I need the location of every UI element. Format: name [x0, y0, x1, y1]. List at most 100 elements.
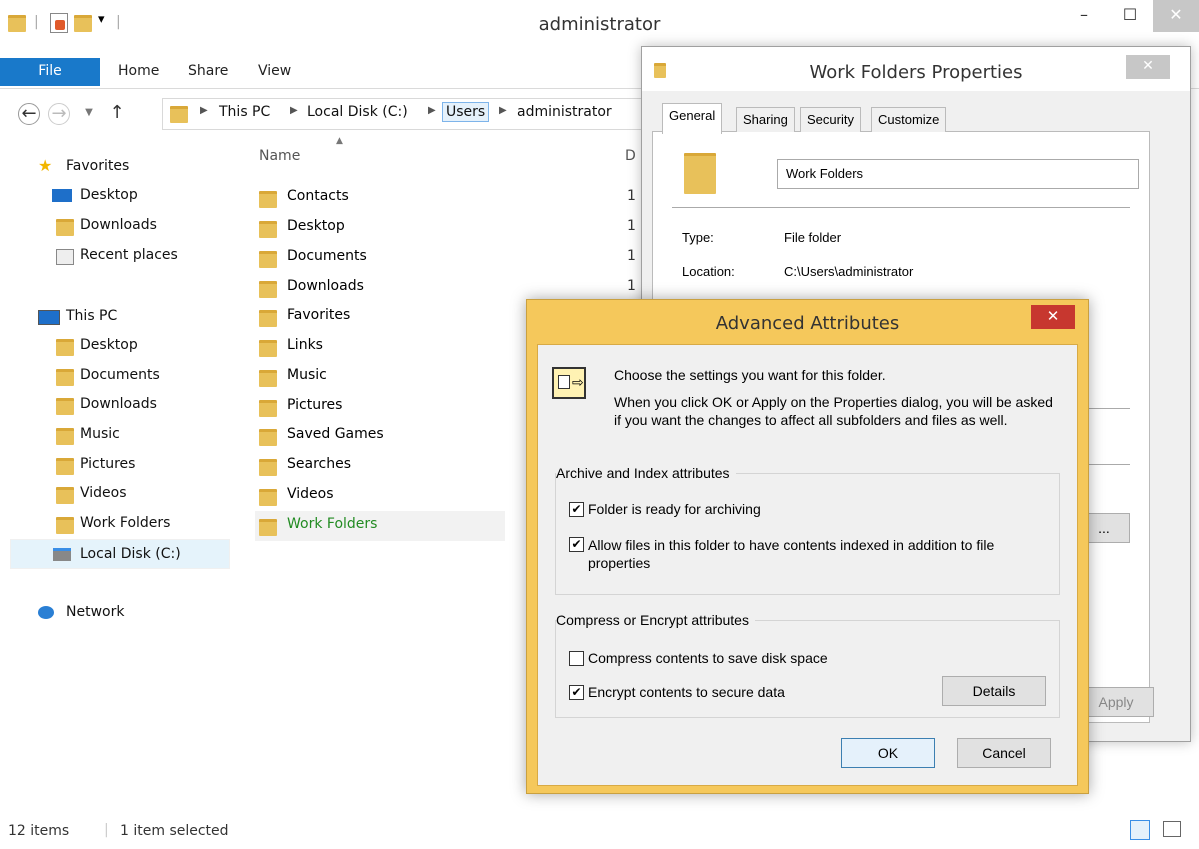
pictures-folder-icon	[259, 400, 277, 417]
archiving-checkbox[interactable]: ✔	[569, 502, 584, 517]
file-date: 1	[627, 248, 636, 264]
music-folder-icon	[259, 370, 277, 387]
chevron-right-icon[interactable]: ▶	[428, 105, 436, 116]
forward-button[interactable]: →	[48, 103, 70, 125]
recent-locations-chevron-down-icon[interactable]: ▼	[76, 100, 102, 126]
compress-checkbox-label[interactable]: Compress contents to save disk space	[588, 650, 828, 666]
close-button[interactable]: ✕	[1031, 305, 1075, 329]
minimize-button[interactable]: –	[1061, 0, 1107, 32]
properties-close-button[interactable]: ✕	[1126, 55, 1170, 79]
work-folders-icon	[259, 519, 277, 536]
nav-thispc-desktop[interactable]: Desktop	[0, 331, 230, 361]
nav-thispc-pictures[interactable]: Pictures	[0, 450, 230, 480]
encrypt-checkbox[interactable]: ✔	[569, 685, 584, 700]
file-date: 1	[627, 278, 636, 294]
nav-favorites-desktop[interactable]: Desktop	[0, 181, 230, 211]
window-controls: – ☐ ✕	[1061, 0, 1199, 32]
location-label: Location:	[682, 264, 735, 279]
encrypt-checkbox-label[interactable]: Encrypt contents to secure data	[588, 684, 785, 700]
details-view-icon[interactable]	[1130, 820, 1150, 840]
file-row-documents[interactable]: Documents 1	[259, 243, 639, 273]
file-name: Pictures	[287, 397, 343, 413]
nav-label: Downloads	[80, 396, 157, 412]
nav-network[interactable]: Network	[0, 598, 230, 628]
divider	[1082, 464, 1130, 465]
tab-general[interactable]: General	[662, 103, 723, 134]
nav-local-disk[interactable]: Local Disk (C:)	[10, 539, 230, 569]
tab-sharing[interactable]: Sharing	[736, 107, 795, 132]
compress-checkbox[interactable]	[569, 651, 584, 666]
nav-label: Favorites	[66, 158, 130, 174]
nav-label: Videos	[80, 485, 127, 501]
up-button[interactable]: ↑	[104, 100, 130, 126]
pictures-folder-icon	[56, 458, 74, 475]
nav-thispc-music[interactable]: Music	[0, 420, 230, 450]
tab-file[interactable]: File	[0, 58, 100, 86]
saved-games-folder-icon	[259, 429, 277, 446]
details-button[interactable]: Details	[942, 676, 1046, 706]
nav-label: Recent places	[80, 247, 178, 263]
nav-label: Music	[80, 426, 120, 442]
breadcrumb-localdisk[interactable]: Local Disk (C:)	[307, 104, 408, 120]
nav-thispc-documents[interactable]: Documents	[0, 361, 230, 391]
nav-label: Downloads	[80, 217, 157, 233]
indexing-checkbox[interactable]: ✔	[569, 537, 584, 552]
indexing-checkbox-label[interactable]: Allow files in this folder to have conte…	[588, 536, 1018, 572]
file-name: Searches	[287, 456, 352, 472]
chevron-right-icon[interactable]: ▶	[200, 105, 208, 116]
nav-label: This PC	[66, 308, 118, 324]
contacts-folder-icon	[259, 191, 277, 208]
tab-home[interactable]: Home	[118, 63, 159, 79]
nav-thispc-videos[interactable]: Videos	[0, 479, 230, 509]
column-header-name[interactable]: Name	[259, 148, 300, 164]
advanced-attributes-title: Advanced Attributes	[715, 313, 900, 334]
work-folders-icon	[56, 517, 74, 534]
nav-favorites[interactable]: ★ Favorites	[0, 152, 230, 182]
chevron-right-icon[interactable]: ▶	[499, 105, 507, 116]
apply-button[interactable]: Apply	[1078, 687, 1154, 717]
archive-group-label: Archive and Index attributes	[556, 465, 736, 481]
documents-folder-icon	[259, 251, 277, 268]
breadcrumb-thispc[interactable]: This PC	[219, 104, 270, 120]
recent-places-icon	[56, 249, 74, 265]
nav-favorites-downloads[interactable]: Downloads	[0, 211, 230, 241]
nav-label: Network	[66, 604, 125, 620]
attributes-icon: ⇨	[552, 367, 586, 399]
file-name: Videos	[287, 486, 334, 502]
links-folder-icon	[259, 340, 277, 357]
folder-name-field[interactable]: Work Folders	[777, 159, 1139, 189]
breadcrumb-users[interactable]: Users	[442, 102, 490, 122]
tab-customize[interactable]: Customize	[871, 107, 947, 132]
file-row-work-folders[interactable]: Work Folders	[255, 511, 505, 541]
cancel-button[interactable]: Cancel	[957, 738, 1051, 768]
tab-view[interactable]: View	[258, 63, 291, 79]
desktop-folder-icon	[259, 221, 277, 238]
status-item-count: 12 items	[8, 823, 70, 839]
file-date: 1	[627, 188, 636, 204]
downloads-folder-icon	[259, 281, 277, 298]
large-icons-view-icon[interactable]	[1163, 821, 1181, 837]
tab-share[interactable]: Share	[188, 63, 228, 79]
nav-thispc-workfolders[interactable]: Work Folders	[0, 509, 230, 539]
nav-thispc-downloads[interactable]: Downloads	[0, 390, 230, 420]
maximize-button[interactable]: ☐	[1107, 0, 1153, 32]
breadcrumb-administrator[interactable]: administrator	[517, 104, 612, 120]
file-name: Work Folders	[287, 516, 378, 532]
archiving-checkbox-label[interactable]: Folder is ready for archiving	[588, 501, 761, 517]
location-value: C:\Users\administrator	[784, 264, 914, 279]
nav-label: Local Disk (C:)	[80, 546, 181, 562]
compress-group-label: Compress or Encrypt attributes	[556, 612, 755, 628]
file-name: Saved Games	[287, 426, 384, 442]
tab-security[interactable]: Security	[800, 107, 861, 132]
file-name: Links	[287, 337, 323, 353]
nav-recent-places[interactable]: Recent places	[0, 241, 230, 271]
back-button[interactable]: ←	[18, 103, 40, 125]
file-row-contacts[interactable]: Contacts 1	[259, 183, 639, 213]
chevron-right-icon[interactable]: ▶	[290, 105, 298, 116]
file-row-desktop[interactable]: Desktop 1	[259, 213, 639, 243]
close-button[interactable]: ✕	[1153, 0, 1199, 32]
column-header-date[interactable]: D	[625, 148, 636, 164]
ok-button[interactable]: OK	[841, 738, 935, 768]
network-icon	[38, 606, 54, 619]
nav-this-pc[interactable]: This PC	[0, 302, 230, 332]
